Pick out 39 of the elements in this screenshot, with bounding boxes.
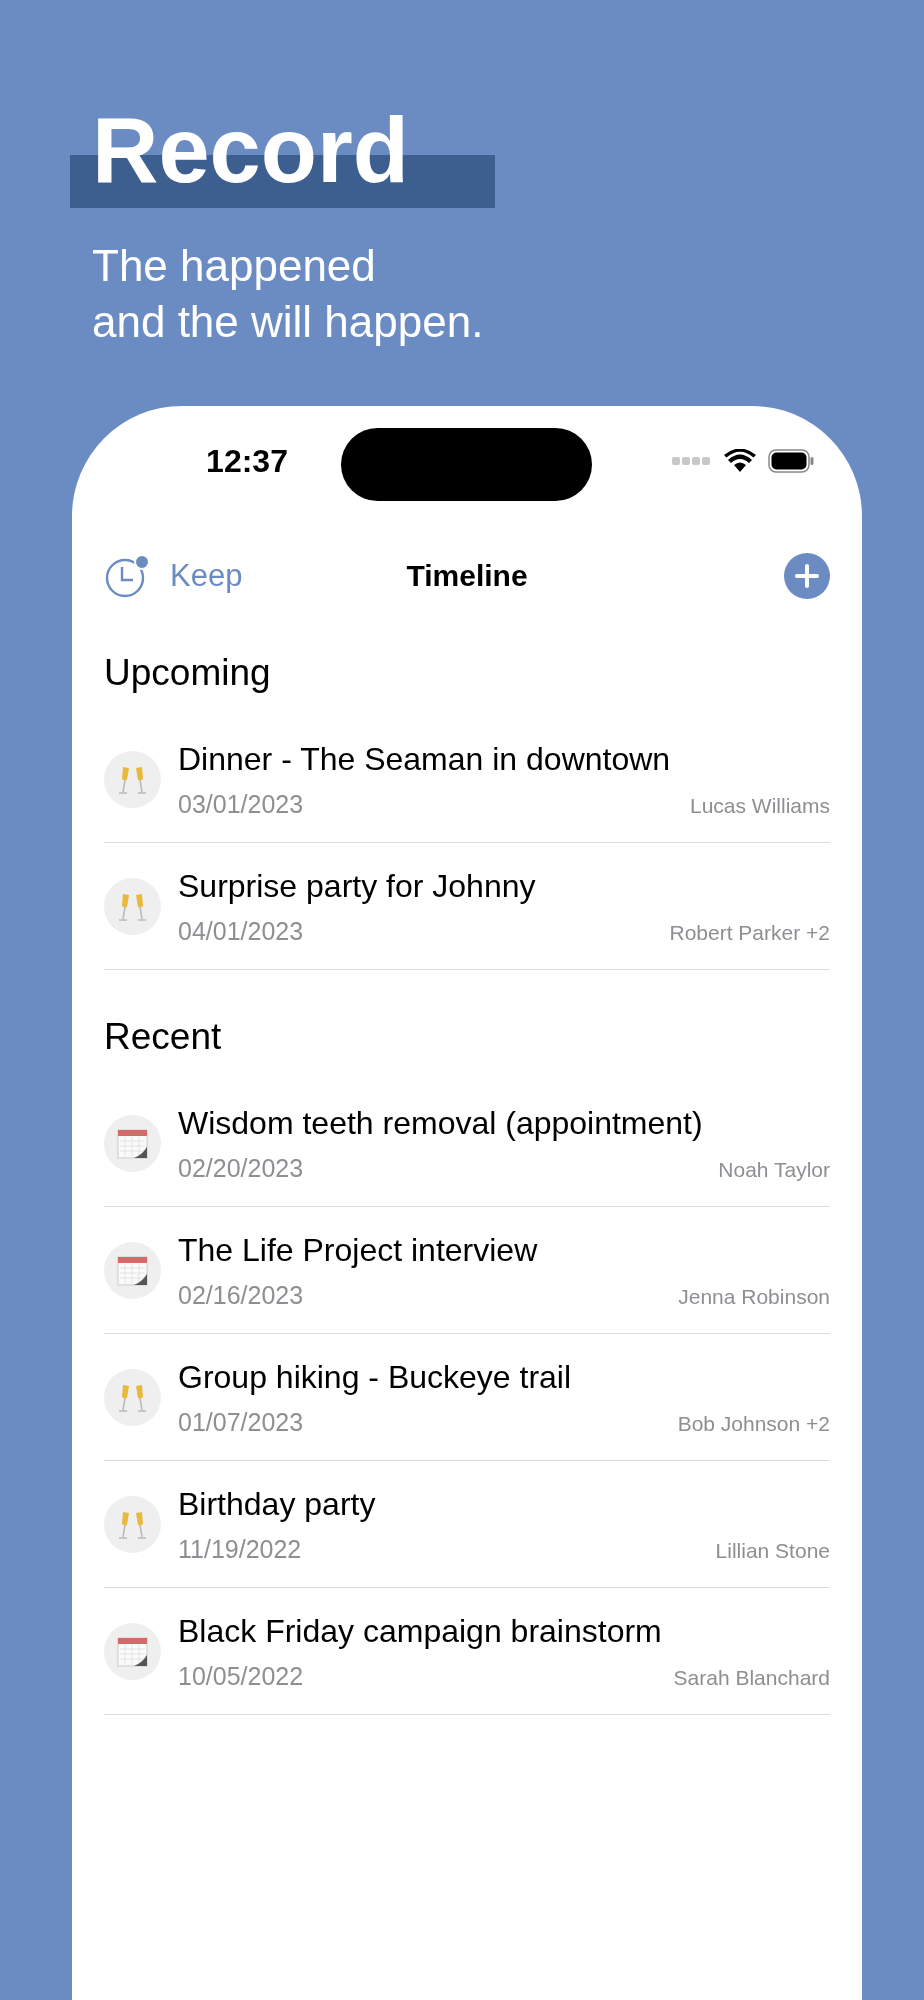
event-people: Robert Parker +2	[669, 920, 830, 945]
section-header: Recent	[104, 1015, 223, 1059]
event-date: 03/01/2023	[178, 789, 304, 819]
event-people: Bob Johnson +2	[677, 1411, 830, 1436]
event-date: 04/01/2023	[178, 916, 304, 946]
champagne-glasses-icon	[104, 877, 161, 935]
event-title: Dinner - The Seaman in downtown	[178, 739, 672, 778]
event-date: 02/20/2023	[178, 1153, 304, 1183]
subtitle-line: and the will happen.	[92, 296, 485, 348]
signal-icon	[672, 456, 712, 466]
add-button[interactable]	[784, 553, 830, 599]
champagne-glasses-icon	[104, 750, 161, 808]
champagne-glasses-icon	[104, 1495, 161, 1553]
event-people: Jenna Robinson	[678, 1284, 830, 1309]
event-people: Sarah Blanchard	[673, 1665, 830, 1690]
event-date: 01/07/2023	[178, 1407, 304, 1437]
event-people: Noah Taylor	[718, 1157, 830, 1182]
event-title: Group hiking - Buckeye trail	[178, 1357, 573, 1396]
calendar-icon	[104, 1622, 161, 1680]
section-header: Upcoming	[104, 651, 272, 695]
calendar-icon	[104, 1114, 161, 1172]
nav-title: Timeline	[406, 559, 528, 592]
event-date: 02/16/2023	[178, 1280, 304, 1310]
event-date: 11/19/2022	[178, 1534, 302, 1564]
status-time: 12:37	[205, 442, 289, 480]
subtitle-line: The happened	[92, 240, 377, 292]
event-title: Wisdom teeth removal (appointment)	[178, 1103, 704, 1142]
event-title: The Life Project interview	[178, 1230, 539, 1269]
event-people: Lucas Williams	[689, 793, 830, 818]
event-date: 10/05/2022	[178, 1661, 304, 1691]
event-people: Lillian Stone	[715, 1538, 830, 1563]
wifi-icon	[724, 449, 756, 473]
event-title: Surprise party for Johnny	[178, 866, 537, 905]
calendar-icon	[104, 1241, 161, 1299]
battery-icon	[768, 449, 814, 473]
event-title: Birthday party	[178, 1484, 377, 1523]
champagne-glasses-icon	[104, 1368, 161, 1426]
keep-button[interactable]: Keep	[104, 552, 243, 600]
event-title: Black Friday campaign brainstorm	[178, 1611, 663, 1650]
